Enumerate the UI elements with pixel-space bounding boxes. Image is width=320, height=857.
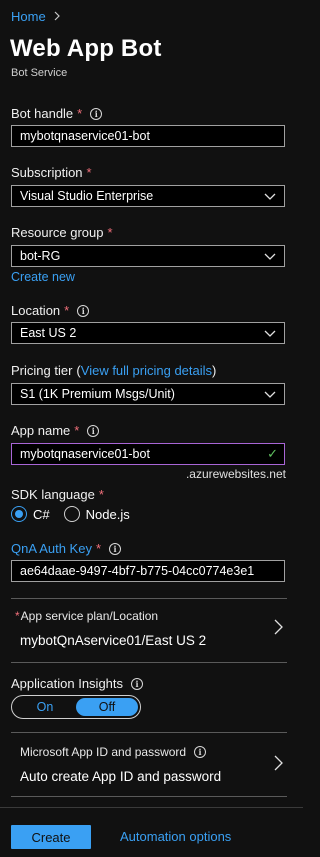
- app-service-plan-row[interactable]: * App service plan/Location mybotQnAserv…: [11, 609, 287, 648]
- required-marker: *: [15, 609, 20, 623]
- required-marker: *: [86, 165, 92, 180]
- chevron-right-icon: [54, 10, 61, 24]
- radio-csharp[interactable]: [11, 506, 27, 522]
- info-icon[interactable]: i: [77, 304, 90, 317]
- location-dropdown[interactable]: East US 2: [11, 322, 285, 344]
- chevron-right-icon: [274, 755, 283, 776]
- location-label: Location * i: [11, 303, 90, 318]
- required-marker: *: [64, 303, 70, 318]
- chevron-down-icon: [264, 250, 276, 265]
- sdk-language-label: SDK language *: [11, 487, 104, 502]
- app-name-suffix: .azurewebsites.net: [185, 467, 286, 481]
- required-marker: *: [107, 225, 113, 240]
- app-insights-label: Application Insights i: [11, 676, 144, 691]
- bot-handle-input[interactable]: mybotqnaservice01-bot: [11, 125, 285, 147]
- info-icon[interactable]: i: [87, 424, 100, 437]
- pricing-tier-dropdown[interactable]: S1 (1K Premium Msgs/Unit): [11, 383, 285, 405]
- resource-group-label: Resource group *: [11, 225, 113, 240]
- chevron-down-icon: [264, 190, 276, 205]
- subscription-label: Subscription *: [11, 165, 92, 180]
- bot-handle-label: Bot handle * i: [11, 106, 103, 121]
- required-marker: *: [95, 541, 102, 556]
- qna-auth-key-input[interactable]: ae64daae-9497-4bf7-b775-04cc0774e3e1: [11, 560, 285, 582]
- radio-nodejs-label[interactable]: Node.js: [86, 507, 130, 522]
- info-icon[interactable]: i: [109, 542, 122, 555]
- qna-auth-key-label: QnA Auth Key * i: [11, 541, 122, 556]
- app-service-plan-value: mybotQnAservice01/East US 2: [20, 633, 207, 648]
- checkmark-icon: ✓: [267, 446, 278, 461]
- breadcrumb: Home: [11, 9, 61, 24]
- info-icon[interactable]: i: [194, 746, 207, 758]
- microsoft-app-id-value: Auto create App ID and password: [20, 769, 222, 784]
- pricing-tier-label: Pricing tier ( View full pricing details…: [11, 363, 217, 378]
- breadcrumb-home-link[interactable]: Home: [11, 9, 46, 24]
- required-marker: *: [98, 487, 104, 502]
- chevron-down-icon: [264, 327, 276, 342]
- resource-group-dropdown[interactable]: bot-RG: [11, 245, 285, 267]
- app-service-plan-label: App service plan/Location: [20, 609, 159, 623]
- page-subtitle: Bot Service: [11, 67, 68, 79]
- app-insights-toggle[interactable]: On Off: [11, 695, 141, 719]
- toggle-off[interactable]: Off: [76, 698, 138, 716]
- divider: [11, 732, 287, 733]
- toggle-on[interactable]: On: [14, 698, 76, 716]
- subscription-dropdown[interactable]: Visual Studio Enterprise: [11, 185, 285, 207]
- create-new-link[interactable]: Create new: [11, 270, 75, 284]
- info-icon[interactable]: i: [131, 677, 144, 690]
- microsoft-app-id-label: Microsoft App ID and password: [20, 745, 187, 759]
- create-button[interactable]: Create: [11, 825, 91, 849]
- required-marker: *: [77, 106, 83, 121]
- view-pricing-details-link[interactable]: View full pricing details: [81, 363, 212, 378]
- chevron-down-icon: [264, 388, 276, 403]
- chevron-right-icon: [274, 619, 283, 640]
- app-name-input[interactable]: mybotqnaservice01-bot ✓: [11, 443, 285, 465]
- radio-nodejs[interactable]: [63, 506, 80, 522]
- microsoft-app-id-row[interactable]: Microsoft App ID and password i Auto cre…: [11, 745, 287, 784]
- app-name-label: App name * i: [11, 423, 100, 438]
- info-icon[interactable]: i: [90, 107, 103, 120]
- required-marker: *: [74, 423, 80, 438]
- page-title: Web App Bot: [10, 35, 162, 62]
- divider: [11, 598, 287, 599]
- divider: [11, 796, 287, 797]
- divider: [11, 662, 287, 663]
- radio-csharp-label[interactable]: C#: [33, 507, 50, 522]
- sdk-language-radio-group: C# Node.js: [11, 506, 144, 522]
- automation-options-link[interactable]: Automation options: [120, 829, 231, 844]
